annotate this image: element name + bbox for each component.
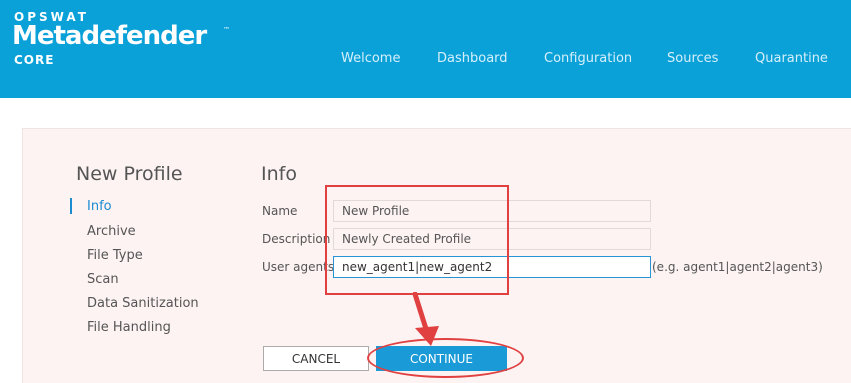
active-indicator xyxy=(70,198,72,214)
section-title: Info xyxy=(261,163,297,185)
description-field[interactable] xyxy=(333,228,651,250)
sidebar-item-archive[interactable]: Archive xyxy=(87,224,136,239)
nav-welcome[interactable]: Welcome xyxy=(341,51,400,66)
sidebar-title: New Profile xyxy=(76,163,183,185)
nav-dashboard[interactable]: Dashboard xyxy=(437,51,508,66)
user-agents-label: User agents xyxy=(262,260,335,274)
sidebar-item-scan[interactable]: Scan xyxy=(87,272,119,287)
user-agents-hint: (e.g. agent1|agent2|agent3) xyxy=(652,260,823,274)
sidebar-item-info[interactable]: Info xyxy=(87,199,112,214)
sidebar-item-data-sanitization[interactable]: Data Sanitization xyxy=(87,296,199,311)
name-field[interactable] xyxy=(333,200,651,222)
sidebar-item-file-type[interactable]: File Type xyxy=(87,248,143,263)
brand-product: Metadefender xyxy=(12,21,207,51)
brand-edition: CORE xyxy=(14,53,55,67)
nav-configuration[interactable]: Configuration xyxy=(544,51,632,66)
nav-sources[interactable]: Sources xyxy=(667,51,718,66)
brand-trademark: ™ xyxy=(223,26,230,34)
app-header: OPSWAT Metadefender ™ CORE Welcome Dashb… xyxy=(0,0,851,98)
cancel-button[interactable]: CANCEL xyxy=(263,346,369,371)
user-agents-field[interactable] xyxy=(333,256,651,278)
continue-button[interactable]: CONTINUE xyxy=(376,346,507,371)
sidebar-item-file-handling[interactable]: File Handling xyxy=(87,320,171,335)
nav-quarantine[interactable]: Quarantine xyxy=(755,51,828,66)
description-label: Description xyxy=(262,232,331,246)
name-label: Name xyxy=(262,204,298,218)
